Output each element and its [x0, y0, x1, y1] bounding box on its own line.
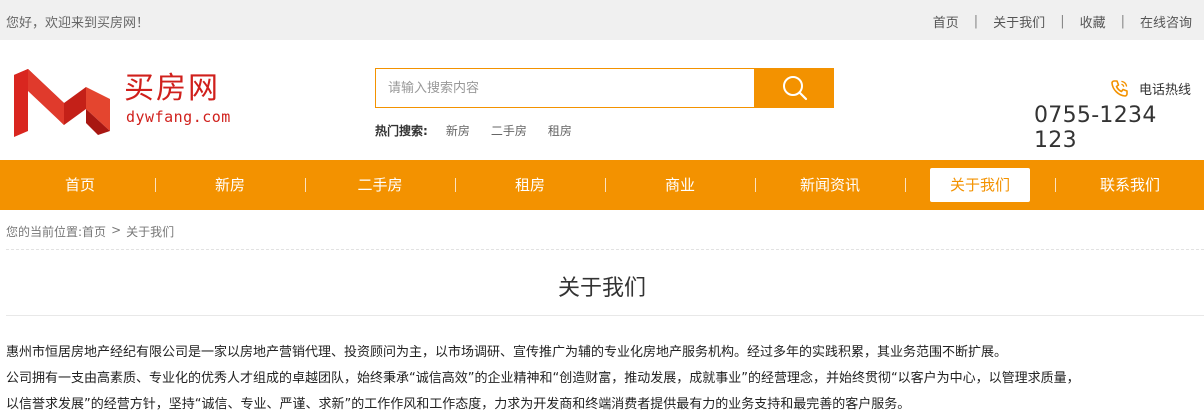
search-box: [375, 68, 755, 108]
logo-icon[interactable]: [14, 69, 112, 137]
search-icon: [783, 76, 808, 101]
top-link-home[interactable]: 首页: [933, 12, 959, 31]
top-links: 首页 | 关于我们 | 收藏 | 在线咨询: [933, 12, 1192, 31]
about-content: 惠州市恒居房地产经纪有限公司是一家以房地产营销代理、投资顾问为主，以市场调研、宣…: [6, 340, 1204, 413]
breadcrumb-home[interactable]: 首页: [82, 223, 106, 240]
logo-domain[interactable]: dywfang.com: [126, 108, 231, 126]
hot-search-item[interactable]: 新房: [446, 122, 470, 139]
content-paragraph: 公司拥有一支由高素质、专业化的优秀人才组成的卓越团队，始终秉承“诚信高效”的企业…: [6, 371, 1080, 386]
nav-item-contact[interactable]: 联系我们: [1055, 160, 1204, 210]
nav-item-news[interactable]: 新闻资讯: [755, 160, 905, 210]
search-button[interactable]: [755, 68, 834, 108]
breadcrumb: 您的当前位置: 首页 > 关于我们: [6, 223, 174, 240]
top-link-favorite[interactable]: 收藏: [1080, 12, 1106, 31]
separator: |: [1060, 14, 1065, 29]
content-paragraph: 惠州市恒居房地产经纪有限公司是一家以房地产营销代理、投资顾问为主，以市场调研、宣…: [6, 345, 1008, 360]
welcome-text: 您好，欢迎来到买房网！: [6, 16, 150, 31]
divider: [6, 249, 1204, 250]
hot-search-item[interactable]: 二手房: [491, 122, 527, 139]
nav-item-rental[interactable]: 租房: [455, 160, 605, 210]
nav-divider: [905, 178, 906, 192]
top-link-about[interactable]: 关于我们: [993, 12, 1045, 31]
phone-icon: [1111, 80, 1128, 97]
content-paragraph: 以信誉求发展”的经营方针，坚持“诚信、专业、严谨、求新”的工作作风和工作态度，力…: [6, 397, 911, 412]
breadcrumb-arrow: >: [111, 223, 122, 237]
logo-title[interactable]: 买房网: [124, 74, 220, 104]
main-nav: 首页 新房 二手房 租房 商业 新闻资讯 关于我们 联系我们: [0, 160, 1204, 210]
top-link-consult[interactable]: 在线咨询: [1140, 12, 1192, 31]
hot-search-label: 热门搜索:: [375, 124, 428, 138]
nav-item-about[interactable]: 关于我们: [930, 168, 1030, 202]
separator: |: [1120, 14, 1125, 29]
nav-item-resale[interactable]: 二手房: [305, 160, 455, 210]
hot-search: 热门搜索: 新房 二手房 租房: [375, 122, 593, 139]
nav-item-home[interactable]: 首页: [5, 160, 155, 210]
breadcrumb-prefix: 您的当前位置:: [6, 225, 83, 239]
divider: [6, 315, 1204, 316]
hotline-label: 电话热线: [1139, 83, 1192, 98]
page-title: 关于我们: [557, 276, 646, 301]
separator: |: [973, 14, 979, 29]
search-input[interactable]: [376, 69, 754, 107]
hot-search-item[interactable]: 租房: [548, 122, 572, 139]
nav-item-new-homes[interactable]: 新房: [155, 160, 305, 210]
top-bar: 您好，欢迎来到买房网！ 首页 | 关于我们 | 收藏 | 在线咨询: [0, 0, 1204, 40]
nav-item-commercial[interactable]: 商业: [605, 160, 755, 210]
breadcrumb-current[interactable]: 关于我们: [126, 223, 174, 240]
hotline-number: 0755-1234 123: [1034, 103, 1157, 153]
